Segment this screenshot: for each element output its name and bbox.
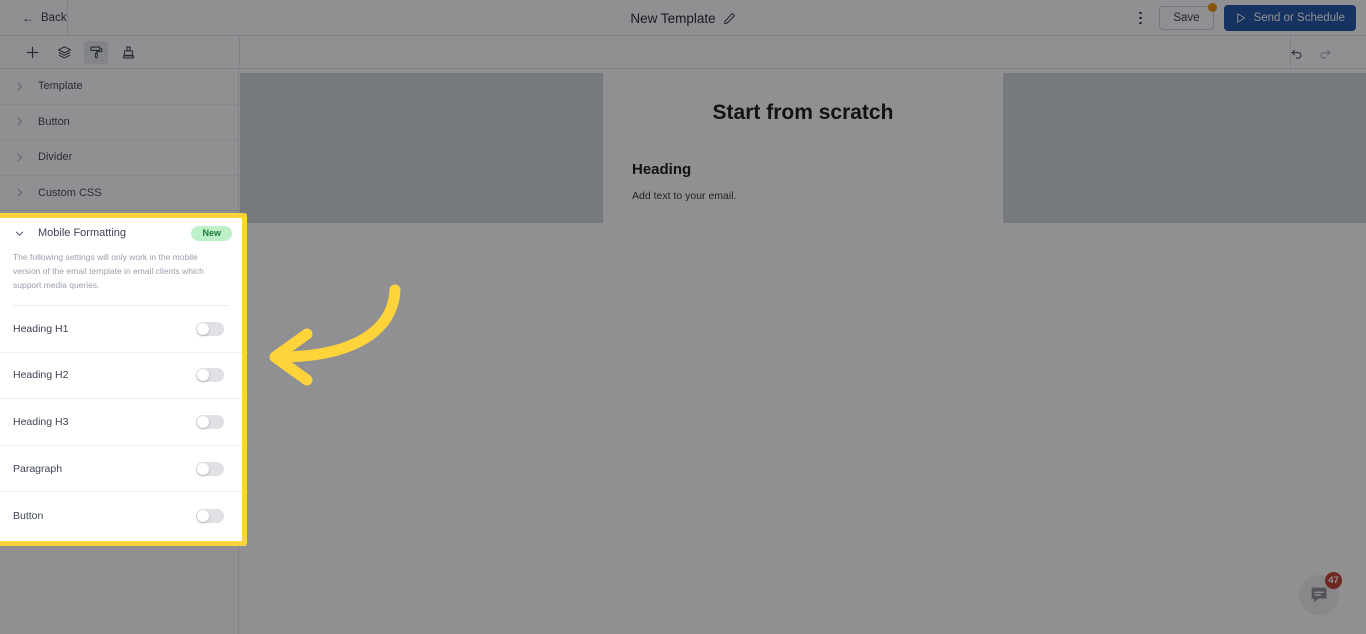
toggle-heading-h3[interactable]: [196, 415, 224, 430]
mobile-formatting-title: Mobile Formatting: [38, 227, 127, 239]
mobile-formatting-description: The following settings will only work in…: [13, 252, 204, 291]
toggle-button[interactable]: [196, 508, 224, 523]
toggle-label: Heading H2: [13, 369, 69, 382]
mobile-formatting-panel: Mobile Formatting New The following sett…: [0, 213, 247, 546]
new-badge: New: [191, 225, 232, 241]
toggle-label: Heading H3: [13, 416, 69, 429]
toggle-row-heading-h1: Heading H1: [0, 306, 242, 353]
chevron-down-icon: [15, 231, 24, 236]
annotation-arrow-icon: [269, 284, 401, 386]
toggle-row-heading-h3: Heading H3: [0, 399, 242, 446]
mobile-formatting-header[interactable]: Mobile Formatting New: [0, 218, 242, 248]
toggle-knob: [197, 416, 209, 429]
toggle-knob: [197, 509, 209, 522]
toggle-paragraph[interactable]: [196, 461, 224, 476]
toggle-label: Heading H1: [13, 322, 69, 335]
toggle-heading-h2[interactable]: [196, 368, 224, 383]
toggle-knob: [197, 369, 209, 382]
toggle-row-paragraph: Paragraph: [0, 446, 242, 493]
toggle-heading-h1[interactable]: [196, 321, 224, 336]
toggle-row-button: Button: [0, 492, 242, 539]
toggle-row-heading-h2: Heading H2: [0, 353, 242, 400]
app-root: ← Back New Template Save Send or Schedul…: [0, 0, 1366, 634]
toggle-label: Button: [13, 509, 44, 522]
toggle-knob: [197, 322, 209, 335]
toggle-label: Paragraph: [13, 462, 63, 475]
toggle-knob: [197, 462, 209, 475]
